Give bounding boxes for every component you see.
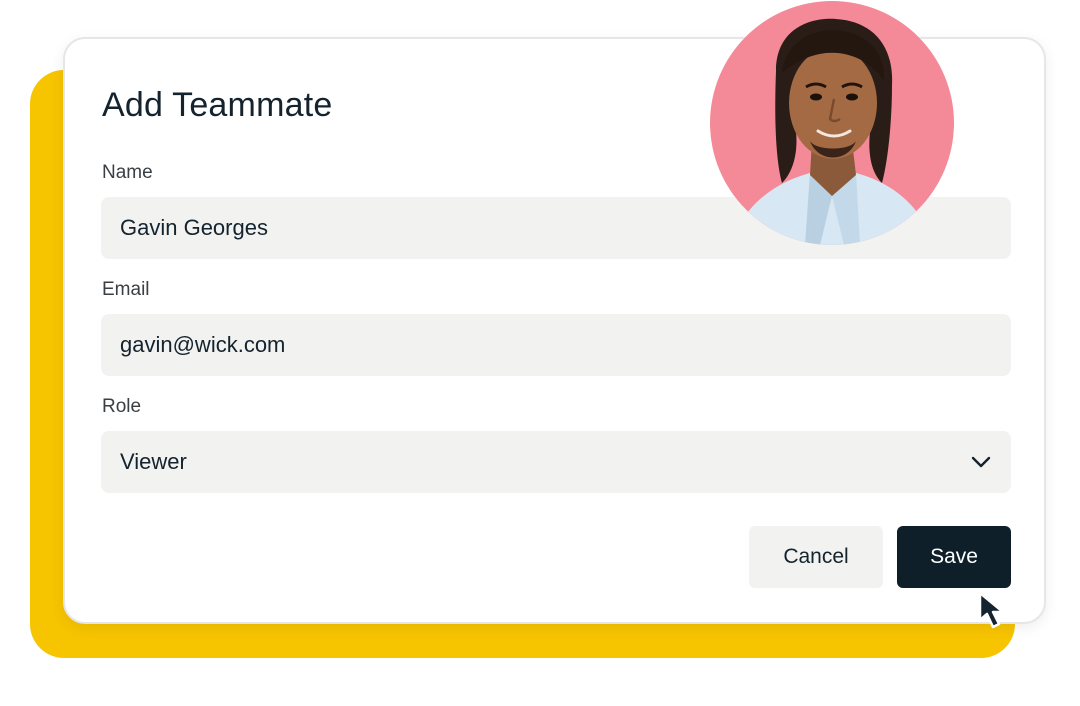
role-value: Viewer bbox=[120, 449, 187, 474]
cancel-button[interactable]: Cancel bbox=[749, 526, 883, 588]
chevron-down-icon bbox=[971, 456, 991, 468]
dialog-title: Add Teammate bbox=[102, 86, 333, 124]
email-field[interactable]: gavin@wick.com bbox=[101, 314, 1011, 376]
user-portrait bbox=[710, 1, 954, 245]
role-select[interactable]: Viewer bbox=[101, 431, 1011, 493]
save-button[interactable]: Save bbox=[897, 526, 1011, 588]
email-label: Email bbox=[102, 279, 150, 300]
stage: Add Teammate Name Gavin Georges Email ga… bbox=[0, 0, 1080, 706]
avatar bbox=[710, 1, 954, 245]
email-value: gavin@wick.com bbox=[120, 332, 286, 357]
role-label: Role bbox=[102, 396, 142, 417]
mouse-pointer-icon bbox=[978, 591, 1005, 629]
name-value: Gavin Georges bbox=[120, 215, 268, 240]
name-label: Name bbox=[102, 162, 153, 183]
